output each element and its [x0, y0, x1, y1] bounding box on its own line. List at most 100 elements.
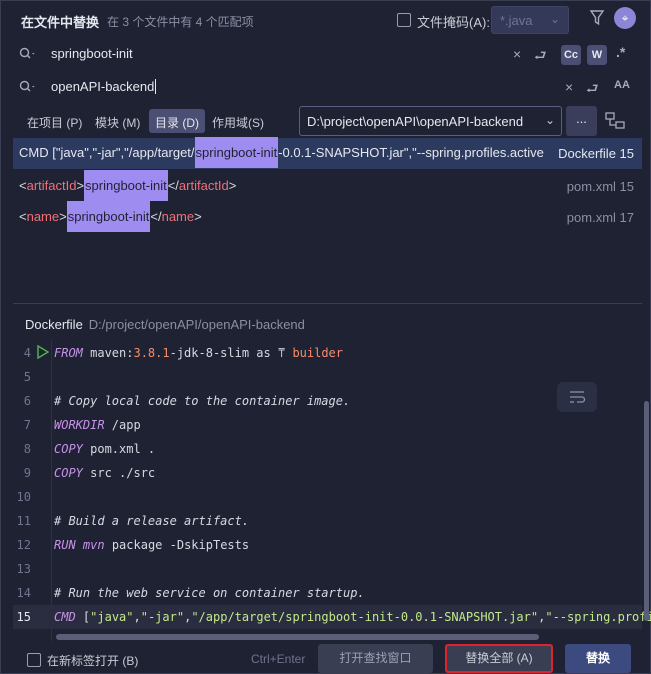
- result-file: pom.xml 15: [566, 179, 634, 194]
- code-text: FROM maven:3.8.1-jdk-8-slim as ⍑ builder: [54, 346, 343, 360]
- tab-module[interactable]: 模块 (M): [89, 109, 146, 133]
- soft-wrap-icon: [570, 391, 586, 403]
- code-token: [: [75, 610, 91, 624]
- preview-file-path: D:/project/openAPI/openAPI-backend: [88, 317, 305, 332]
- line-number: 9: [23, 466, 31, 480]
- replace-button[interactable]: 替换: [565, 644, 631, 673]
- newline-icon[interactable]: ⮐: [586, 78, 599, 102]
- code-number: 3.8.1: [133, 346, 170, 360]
- match-summary: 在 3 个文件中有 4 个匹配项: [107, 15, 254, 29]
- replace-in-files-dialog: 在文件中替换 在 3 个文件中有 4 个匹配项 文件掩码(A): *.java …: [0, 0, 651, 674]
- tab-project[interactable]: 在项目 (P): [21, 109, 88, 133]
- result-row[interactable]: <artifactId>springboot-init</artifactId>…: [13, 170, 642, 202]
- result-row[interactable]: CMD ["java","-jar","/app/target/springbo…: [13, 137, 642, 169]
- results-list: CMD ["java","-jar","/app/target/springbo…: [13, 137, 642, 303]
- recursive-tree-icon[interactable]: [604, 111, 626, 131]
- code-text: RUN mvn package -DskipTests: [54, 538, 249, 552]
- code-alias: builder: [292, 346, 344, 360]
- code-token: maven:: [82, 346, 134, 360]
- directory-dropdown[interactable]: D:\project\openAPI\openAPI-backend ⌄: [299, 106, 562, 136]
- code-text: WORKDIR /app: [54, 418, 141, 432]
- result-code: <artifactId>springboot-init</artifactId>: [19, 170, 236, 201]
- code-text: COPY pom.xml .: [54, 442, 155, 456]
- dialog-title: 在文件中替换: [21, 15, 100, 30]
- line-number: 7: [23, 418, 31, 432]
- tag-icon: ⍑: [277, 346, 293, 360]
- xml-tag: artifactId: [26, 178, 77, 193]
- preserve-case-icon[interactable]: AA: [614, 79, 630, 91]
- result-match: springboot-init: [194, 137, 279, 168]
- chevron-down-icon: ⌄: [544, 113, 555, 127]
- code-keyword: FROM: [54, 346, 83, 360]
- code-line: 8 COPY pom.xml .: [13, 437, 642, 461]
- find-input[interactable]: springboot-init: [51, 46, 133, 61]
- shortcut-hint: Ctrl+Enter: [251, 652, 306, 666]
- search-history-icon[interactable]: [19, 47, 37, 61]
- newline-icon[interactable]: ⮐: [534, 45, 547, 69]
- code-line: 5: [13, 365, 642, 389]
- code-token: package -DskipTests: [104, 538, 250, 552]
- replace-input-value: openAPI-backend: [51, 79, 155, 94]
- result-post: -0.0.1-SNAPSHOT.jar","--spring.profiles.…: [278, 145, 544, 160]
- file-mask-dropdown[interactable]: *.java ⌄: [491, 6, 569, 34]
- code-comment: # Run the web service on container start…: [54, 586, 365, 600]
- horizontal-scrollbar[interactable]: [56, 634, 539, 640]
- open-find-window-button[interactable]: 打开查找窗口: [318, 644, 433, 673]
- code-token: -jdk-8-slim as: [169, 346, 278, 360]
- open-in-new-tab-label[interactable]: 在新标签打开 (B): [47, 652, 138, 669]
- filter-icon[interactable]: [589, 9, 605, 27]
- code-string: "--spring.profil: [545, 610, 651, 624]
- pin-icon[interactable]: ⌖: [614, 7, 636, 29]
- run-icon[interactable]: [37, 345, 49, 359]
- preview-file-name: Dockerfile: [25, 317, 83, 332]
- open-in-new-tab-checkbox[interactable]: [27, 653, 41, 667]
- code-line: 11 # Build a release artifact.: [13, 509, 642, 533]
- code-string: "-jar": [140, 610, 185, 624]
- file-mask-value: *.java: [500, 13, 533, 28]
- result-file: Dockerfile 15: [558, 146, 634, 161]
- whole-words-toggle[interactable]: W: [587, 45, 607, 65]
- tab-scope[interactable]: 作用域(S): [206, 109, 270, 133]
- text-caret: [155, 79, 157, 94]
- match-case-toggle[interactable]: Cc: [561, 45, 581, 65]
- code-comment: # Build a release artifact.: [54, 514, 250, 528]
- result-code: <name>springboot-init</name>: [19, 201, 202, 232]
- vertical-scrollbar[interactable]: [644, 401, 649, 621]
- line-number: 12: [16, 538, 31, 552]
- regex-toggle[interactable]: .*: [616, 44, 625, 60]
- code-line: 4 FROM maven:3.8.1-jdk-8-slim as ⍑ build…: [13, 341, 642, 365]
- find-row: springboot-init × ⮐ Cc W .*: [1, 38, 651, 70]
- splitter[interactable]: [13, 303, 642, 304]
- code-keyword: mvn: [75, 538, 105, 552]
- replace-input[interactable]: openAPI-backend: [51, 79, 157, 94]
- code-token: pom.xml .: [82, 442, 156, 456]
- xml-tag: artifactId: [178, 178, 229, 193]
- clear-icon[interactable]: ×: [513, 46, 521, 62]
- code-token: /app: [104, 418, 141, 432]
- file-mask-checkbox[interactable]: [397, 13, 411, 27]
- result-row[interactable]: <name>springboot-init</name> pom.xml 17: [13, 201, 642, 233]
- xml-tag: name: [161, 209, 195, 224]
- code-string: "java": [90, 610, 134, 624]
- code-keyword: COPY: [54, 466, 83, 480]
- replace-all-button[interactable]: 替换全部 (A): [445, 644, 553, 673]
- result-code: CMD ["java","-jar","/app/target/springbo…: [19, 137, 544, 168]
- line-number: 15: [16, 610, 31, 624]
- dialog-footer: 在新标签打开 (B) Ctrl+Enter 打开查找窗口 替换全部 (A) 替换: [1, 643, 651, 674]
- tab-directory[interactable]: 目录 (D): [149, 109, 205, 133]
- replace-history-icon[interactable]: [19, 80, 37, 94]
- soft-wrap-button[interactable]: [557, 382, 597, 412]
- result-pre: CMD ["java","-jar","/app/target/: [19, 145, 195, 160]
- code-keyword: WORKDIR: [54, 418, 105, 432]
- code-preview[interactable]: 4 FROM maven:3.8.1-jdk-8-slim as ⍑ build…: [13, 341, 651, 641]
- clear-icon[interactable]: ×: [565, 79, 573, 95]
- code-line: 9 COPY src ./src: [13, 461, 642, 485]
- file-mask-label[interactable]: 文件掩码(A):: [417, 12, 490, 31]
- browse-button[interactable]: ...: [566, 106, 597, 136]
- code-token: ,: [133, 610, 141, 624]
- code-text: COPY src ./src: [54, 466, 155, 480]
- scope-row: 在项目 (P) 模块 (M) 目录 (D) 作用域(S) D:\project\…: [1, 105, 651, 137]
- line-number: 8: [23, 442, 31, 456]
- code-line: 10: [13, 485, 642, 509]
- line-number: 5: [23, 370, 31, 384]
